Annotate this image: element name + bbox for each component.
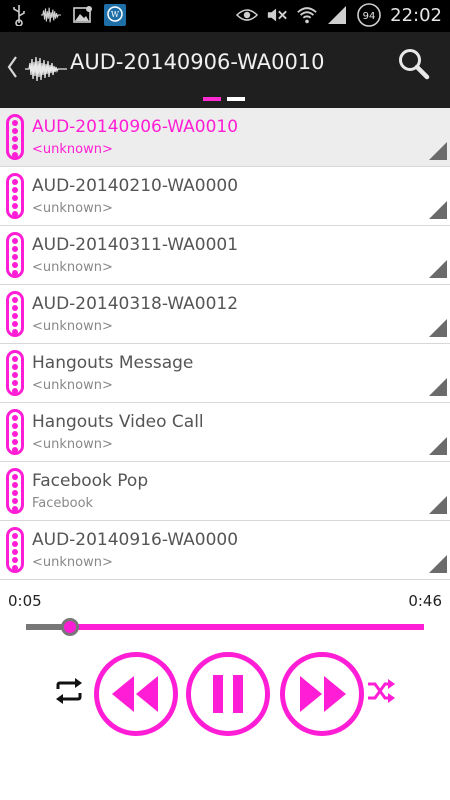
list-item[interactable]: Hangouts Video Call <unknown> [0,403,450,462]
eye-icon [236,4,259,26]
repeat-icon [56,678,82,704]
signal-icon [326,4,348,26]
system-icons: 94 22:02 [236,3,442,27]
track-title: Hangouts Video Call [32,412,204,432]
battery-icon: 94 [356,3,382,27]
list-item[interactable]: AUD-20140318-WA0012 <unknown> [0,285,450,344]
corner-triangle-icon [429,260,447,278]
corner-triangle-icon [429,378,447,396]
shuffle-icon [368,679,395,703]
notification-icons: W [8,4,126,26]
shuffle-button[interactable] [366,676,396,706]
drag-handle-icon[interactable] [6,232,24,278]
track-artist: <unknown> [32,142,113,157]
clock: 22:02 [390,4,442,26]
playback-controls [0,650,450,740]
track-artist: Facebook [32,496,94,511]
list-item[interactable]: AUD-20140906-WA0010 <unknown> [0,108,450,167]
track-artist: <unknown> [32,437,113,452]
corner-triangle-icon [429,319,447,337]
corner-triangle-icon [429,496,447,514]
waveform-notification-icon [40,4,62,26]
track-title: AUD-20140318-WA0012 [32,294,239,314]
track-title: AUD-20140906-WA0010 [32,117,239,137]
list-item[interactable]: AUD-20140916-WA0000 <unknown> [0,521,450,580]
rewind-icon [112,676,158,712]
search-button[interactable] [396,46,432,82]
track-title: AUD-20140210-WA0000 [32,176,239,196]
drag-handle-icon[interactable] [6,409,24,455]
wifi-icon [296,4,318,26]
list-item[interactable]: Hangouts Message <unknown> [0,344,450,403]
app-logo-waveform-icon[interactable] [24,54,68,84]
status-bar: W 94 22:02 [0,0,450,32]
page-indicator [203,97,245,101]
next-button[interactable] [280,652,364,736]
usb-icon [8,4,30,26]
playlist: AUD-20140906-WA0010 <unknown> AUD-201402… [0,108,450,580]
mute-icon [266,4,288,26]
repeat-button[interactable] [52,676,86,706]
wordpress-icon: W [104,4,126,26]
back-chevron-icon[interactable] [6,54,22,82]
drag-handle-icon[interactable] [6,350,24,396]
track-title: Hangouts Message [32,353,194,373]
track-artist: <unknown> [32,201,113,216]
drag-handle-icon[interactable] [6,527,24,573]
drag-handle-icon[interactable] [6,468,24,514]
previous-button[interactable] [94,652,178,736]
pause-icon [213,675,243,713]
list-item[interactable]: AUD-20140311-WA0001 <unknown> [0,226,450,285]
page-indicator-dot [227,97,245,101]
drag-handle-icon[interactable] [6,173,24,219]
track-artist: <unknown> [32,555,113,570]
seek-bar-thumb[interactable] [60,618,79,636]
elapsed-time: 0:05 [8,592,42,610]
fast-forward-icon [300,676,346,712]
track-artist: <unknown> [32,319,113,334]
drag-handle-icon[interactable] [6,291,24,337]
corner-triangle-icon [429,555,447,573]
corner-triangle-icon [429,201,447,219]
track-title: AUD-20140916-WA0000 [32,530,239,550]
seek-bar[interactable] [26,624,424,630]
track-artist: <unknown> [32,260,113,275]
total-duration: 0:46 [408,592,442,610]
list-item[interactable]: AUD-20140210-WA0000 <unknown> [0,167,450,226]
corner-triangle-icon [429,437,447,455]
track-title: Facebook Pop [32,471,149,491]
action-bar: AUD-20140906-WA0010 [0,32,450,108]
list-item[interactable]: Facebook Pop Facebook [0,462,450,521]
drag-handle-icon[interactable] [6,114,24,160]
now-playing-title: AUD-20140906-WA0010 [70,50,325,74]
svg-text:W: W [111,10,120,19]
corner-triangle-icon [429,142,447,160]
search-icon [399,49,430,80]
image-icon [72,4,94,26]
battery-level: 94 [363,11,376,22]
track-artist: <unknown> [32,378,113,393]
pause-button[interactable] [186,652,270,736]
page-indicator-dot-active [203,97,221,101]
track-title: AUD-20140311-WA0001 [32,235,239,255]
